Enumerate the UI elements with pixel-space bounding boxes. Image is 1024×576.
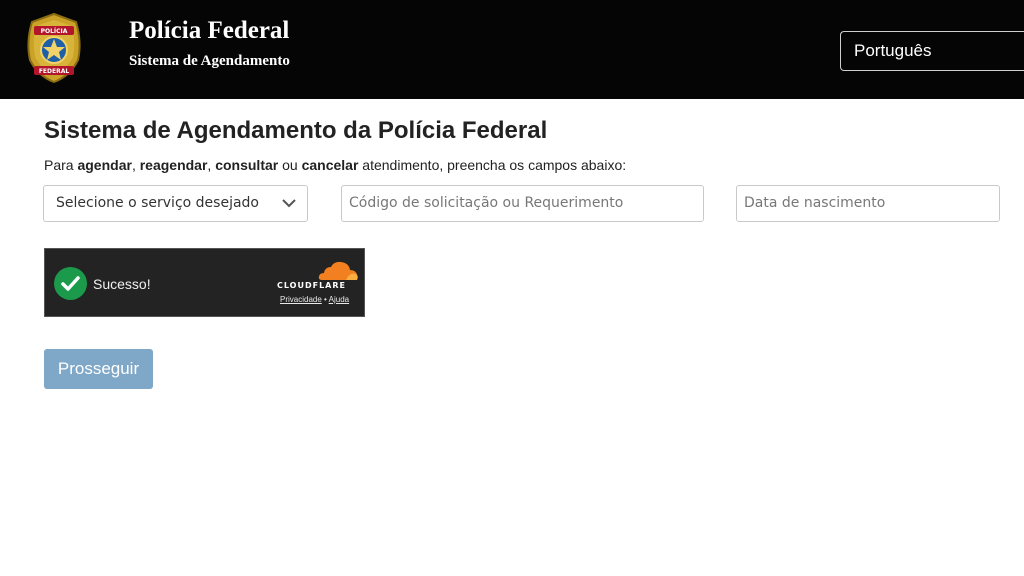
page-title: Sistema de Agendamento da Polícia Federa… xyxy=(44,117,548,144)
help-link[interactable]: Ajuda xyxy=(329,295,349,304)
cloudflare-wordmark: CLOUDFLARE xyxy=(277,281,346,290)
svg-text:POLÍCIA: POLÍCIA xyxy=(41,27,68,35)
language-select[interactable]: Português xyxy=(840,31,1024,71)
birth-date-input[interactable]: Data de nascimento xyxy=(736,185,1000,222)
privacy-link[interactable]: Privacidade xyxy=(280,295,322,304)
captcha-status: Sucesso! xyxy=(93,276,151,292)
captcha-links: Privacidade • Ajuda xyxy=(280,295,350,304)
service-select-value: Selecione o serviço desejado xyxy=(56,195,259,211)
svg-text:FEDERAL: FEDERAL xyxy=(39,68,70,75)
intro-text: Para agendar, reagendar, consultar ou ca… xyxy=(44,157,627,173)
brand-subtitle: Sistema de Agendamento xyxy=(129,53,290,69)
captcha-widget[interactable]: Sucesso! CLOUDFLARE Privacidade • Ajuda xyxy=(44,248,365,317)
chevron-down-icon xyxy=(282,199,296,208)
police-badge-logo: POLÍCIA FEDERAL xyxy=(27,12,81,84)
check-icon xyxy=(54,267,87,300)
brand-title: Polícia Federal xyxy=(129,17,290,44)
request-code-input[interactable]: Código de solicitação ou Requerimento xyxy=(341,185,704,222)
site-header: POLÍCIA FEDERAL Polícia Federal Sistema … xyxy=(0,0,1024,99)
cloud-icon xyxy=(318,261,358,280)
service-select[interactable]: Selecione o serviço desejado xyxy=(43,185,308,222)
proceed-button[interactable]: Prosseguir xyxy=(44,349,153,389)
